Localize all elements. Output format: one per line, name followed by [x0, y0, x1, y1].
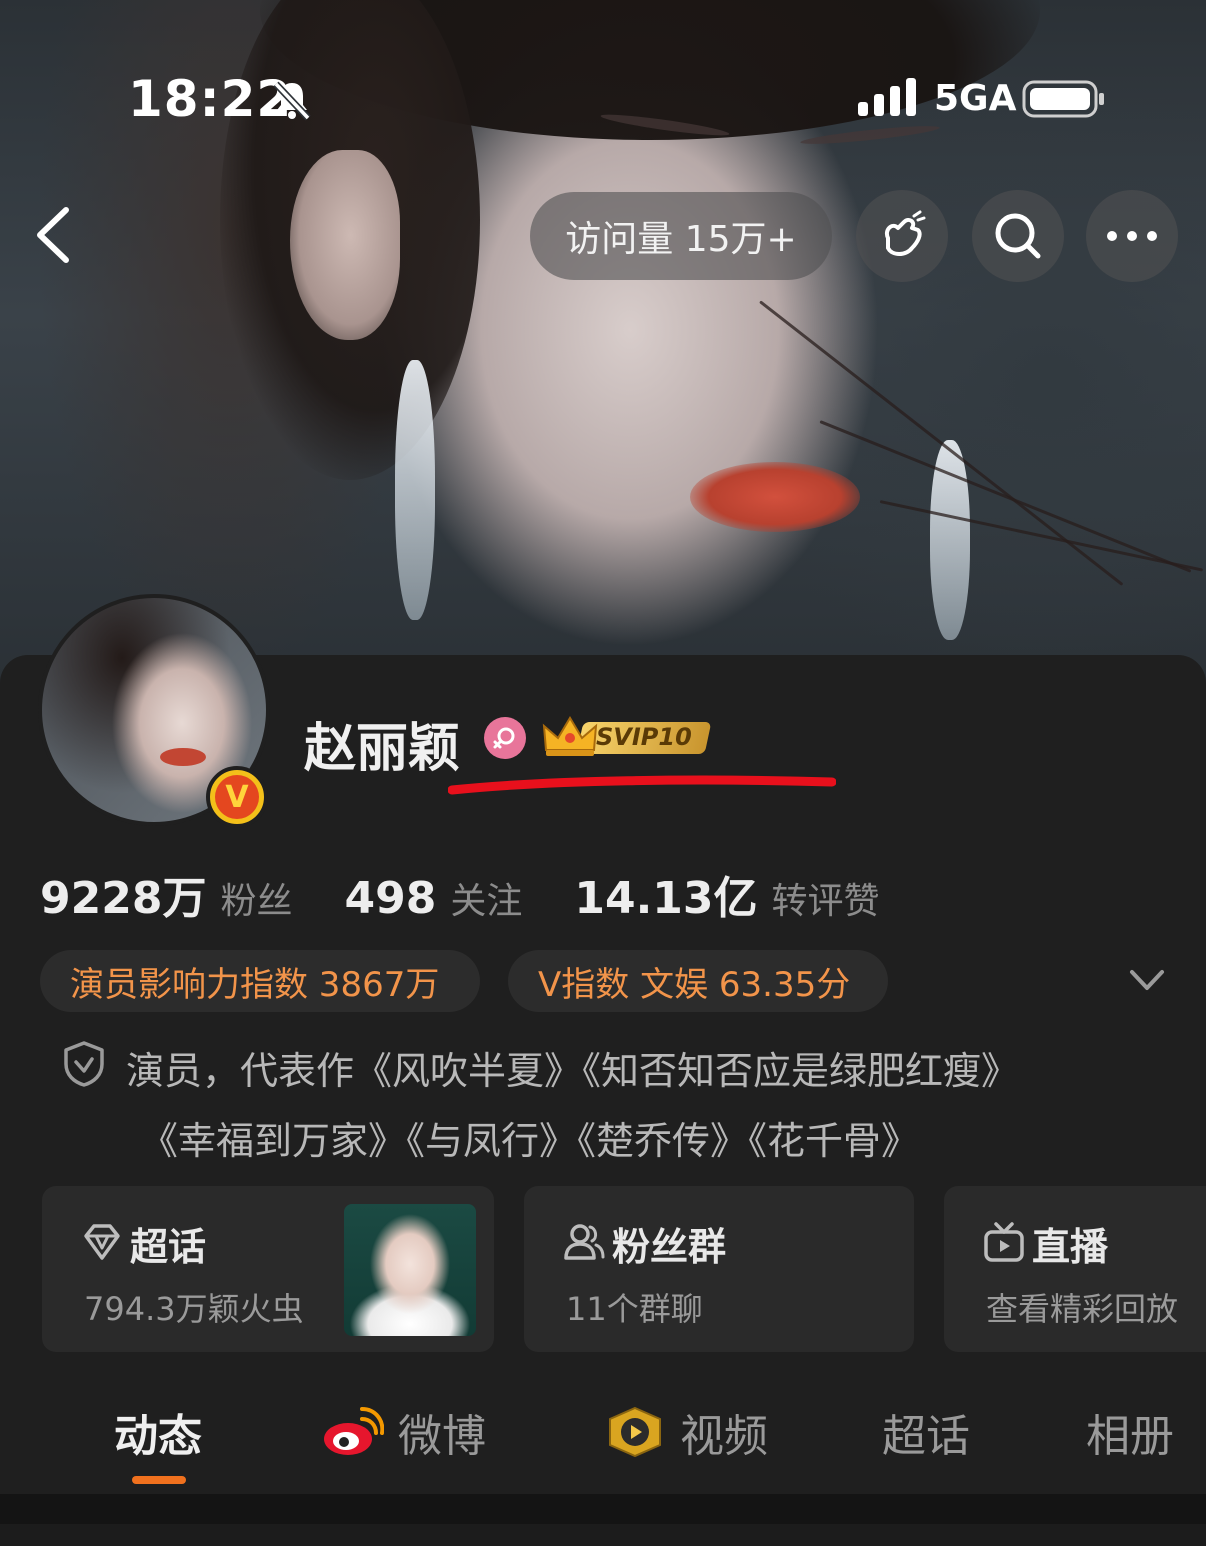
v-index-tag[interactable]: V指数 文娱 63.35分 — [508, 950, 888, 1012]
status-time: 18:22 — [128, 70, 293, 128]
card-subtitle: 794.3万颖火虫 — [84, 1290, 304, 1328]
cover-earring-left — [395, 360, 435, 620]
bio-line-1: 演员，代表作《风吹半夏》《知否知否应是绿肥红瘦》 — [126, 1049, 1020, 1093]
tv-icon — [984, 1222, 1024, 1262]
profile-name: 赵丽颖 — [304, 719, 461, 779]
greeting-hand-icon — [885, 210, 926, 256]
avatar-lips — [160, 748, 206, 766]
red-underline-annotation — [448, 775, 836, 795]
stat-value: 498 — [344, 873, 437, 924]
signal-icon — [858, 78, 916, 116]
stat-label: 粉丝 — [220, 881, 293, 922]
bio-line-2: 《幸福到万家》《与凤行》《楚乔传》《花千骨》 — [140, 1119, 920, 1163]
tab-feed[interactable]: 动态 — [114, 1400, 202, 1464]
super-topic-thumbnail — [344, 1204, 476, 1336]
card-title: 粉丝群 — [612, 1225, 727, 1269]
crown-icon — [542, 716, 598, 756]
tab-album[interactable]: 相册 — [1086, 1400, 1174, 1464]
svip-badge[interactable]: SVIP10 — [540, 712, 712, 760]
more-icon — [1107, 231, 1157, 241]
tab-label: 超话 — [882, 1411, 970, 1462]
super-topic-card[interactable]: 超话 794.3万颖火虫 — [42, 1186, 494, 1352]
tab-label: 动态 — [114, 1411, 202, 1462]
more-button[interactable] — [1086, 190, 1178, 282]
chevron-left-icon[interactable] — [30, 200, 80, 270]
tab-label: 视频 — [680, 1411, 768, 1462]
weibo-logo-icon — [324, 1407, 384, 1455]
verified-v-icon: V — [215, 775, 259, 819]
verified-badge[interactable]: V — [206, 766, 268, 828]
visits-counter[interactable]: 访问量 15万+ — [530, 192, 832, 280]
female-gender-icon — [484, 717, 526, 759]
chevron-down-icon[interactable] — [1126, 962, 1168, 998]
network-label: 5GA — [934, 78, 1017, 119]
stat-interactions[interactable]: 14.13亿 转评赞 — [574, 862, 879, 926]
stat-label: 关注 — [450, 881, 523, 922]
live-card[interactable]: 直播 查看精彩回放 — [944, 1186, 1206, 1352]
content-sheet-top — [0, 1524, 1206, 1546]
greeting-button[interactable] — [856, 190, 948, 282]
tab-label: 相册 — [1086, 1411, 1174, 1462]
influence-index-tag[interactable]: 演员影响力指数 3867万 — [40, 950, 480, 1012]
stat-followers[interactable]: 9228万 粉丝 — [40, 862, 292, 926]
tab-label: 微博 — [398, 1411, 486, 1462]
shield-check-icon — [64, 1041, 104, 1087]
battery-icon — [1022, 80, 1104, 118]
tab-super-topic[interactable]: 超话 — [882, 1400, 970, 1464]
group-icon — [564, 1224, 605, 1260]
stat-label: 转评赞 — [771, 881, 880, 922]
tab-weibo[interactable]: 微博 — [322, 1400, 486, 1464]
card-subtitle: 查看精彩回放 — [986, 1290, 1179, 1328]
active-tab-indicator — [132, 1476, 186, 1484]
search-icon — [995, 213, 1041, 259]
bell-muted-icon — [273, 81, 311, 121]
stat-value: 14.13亿 — [574, 873, 758, 924]
card-title: 超话 — [130, 1225, 207, 1269]
profile-stats: 9228万 粉丝 498 关注 14.13亿 转评赞 — [40, 862, 932, 924]
video-play-icon — [609, 1406, 661, 1458]
card-title: 直播 — [1032, 1225, 1109, 1269]
cover-ear — [290, 150, 400, 340]
cover-lips — [690, 462, 860, 532]
card-subtitle: 11个群聊 — [566, 1290, 703, 1328]
search-button[interactable] — [972, 190, 1064, 282]
svip-label: SVIP10 — [596, 723, 692, 751]
cover-hair-strand — [819, 420, 1192, 573]
profile-tabs: 动态 微博 视频 超话 相册 — [0, 1380, 1206, 1492]
fan-group-card[interactable]: 粉丝群 11个群聊 — [524, 1186, 914, 1352]
tab-video[interactable]: 视频 — [604, 1400, 768, 1464]
diamond-icon — [84, 1224, 120, 1260]
stat-value: 9228万 — [40, 873, 207, 924]
content-divider — [0, 1494, 1206, 1546]
stat-following[interactable]: 498 关注 — [344, 872, 522, 924]
